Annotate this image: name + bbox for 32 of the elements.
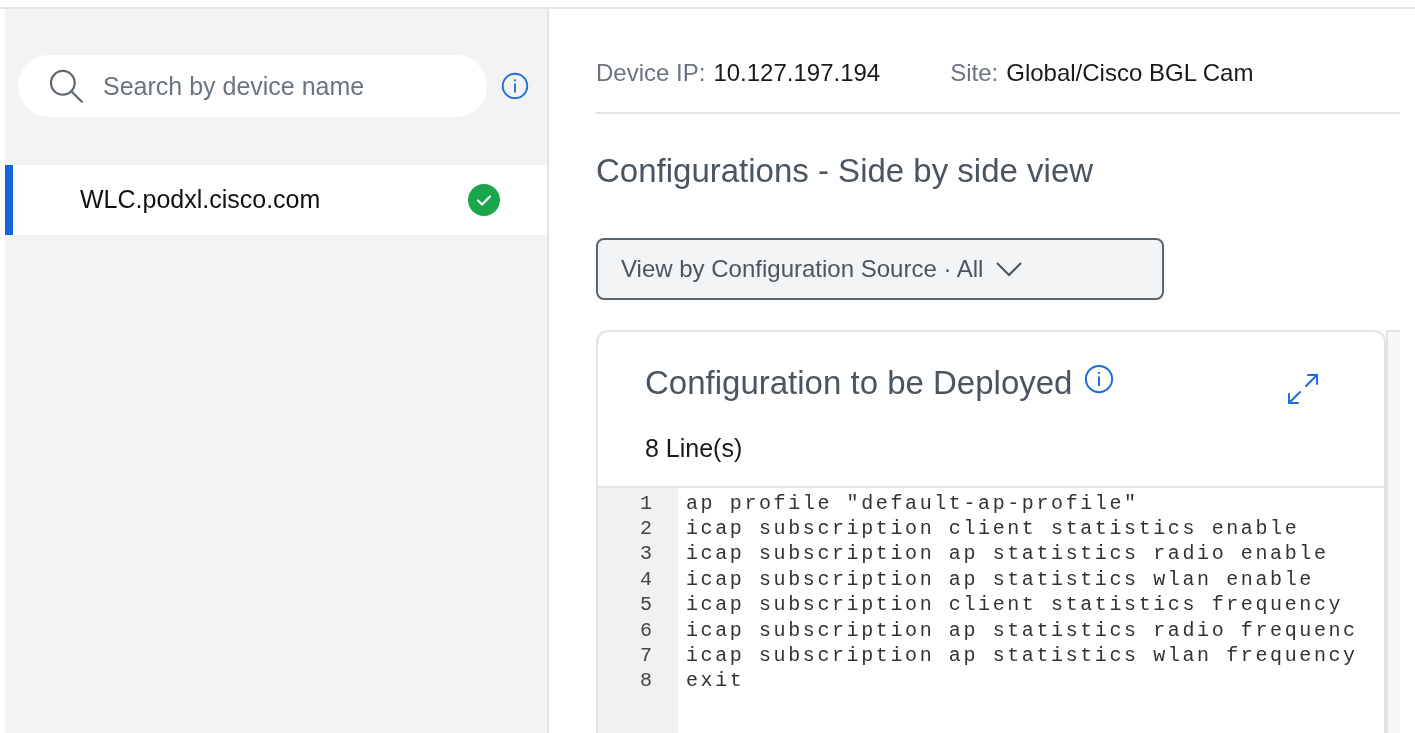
expand-icon[interactable] [1286,372,1320,406]
line-number: 6 [640,617,652,643]
chevron-down-icon [995,261,1024,277]
device-name: WLC.podxl.cisco.com [80,184,322,216]
code-line: icap subscription client statistics enable [686,515,1301,542]
line-number: 3 [640,541,652,567]
line-number: 8 [640,668,652,694]
line-number: 7 [640,642,652,669]
section-title: Configurations - Side by side view [596,154,1095,187]
line-number: 4 [640,566,652,593]
line-number: 1 [640,490,652,516]
code-line: exit [686,668,746,694]
search-field[interactable]: Search by device name [18,55,487,117]
code-line: icap subscription ap statistics wlan enable [686,566,1315,593]
code-line: ap profile "default-ap-profile" [686,490,1140,516]
info-value: Global/Cisco BGL Cam [1006,58,1254,88]
line-number: 2 [640,515,652,542]
info-icon[interactable] [1084,364,1115,394]
card-title: Configuration to be Deployed [645,366,1073,399]
info-value: 10.127.197.194 [713,58,881,88]
device-list-item[interactable]: WLC.podxl.cisco.com [5,165,547,235]
code-line: icap subscription ap statistics radio enable [686,541,1330,567]
info-icon[interactable] [501,72,529,100]
code-line: icap subscription client statistics frequency [686,592,1345,618]
info-label: Device IP: [596,58,706,88]
info-label: Site: [950,58,999,88]
view-by-dropdown[interactable]: View by Configuration Source · All [596,238,1164,300]
search-icon [47,67,85,105]
code-line: icap subscription ap statistics wlan frequency [686,642,1358,669]
line-count: 8 Line(s) [644,433,744,464]
line-number: 5 [640,592,652,618]
code-line: icap subscription ap statistics radio frequenc [686,617,1358,643]
